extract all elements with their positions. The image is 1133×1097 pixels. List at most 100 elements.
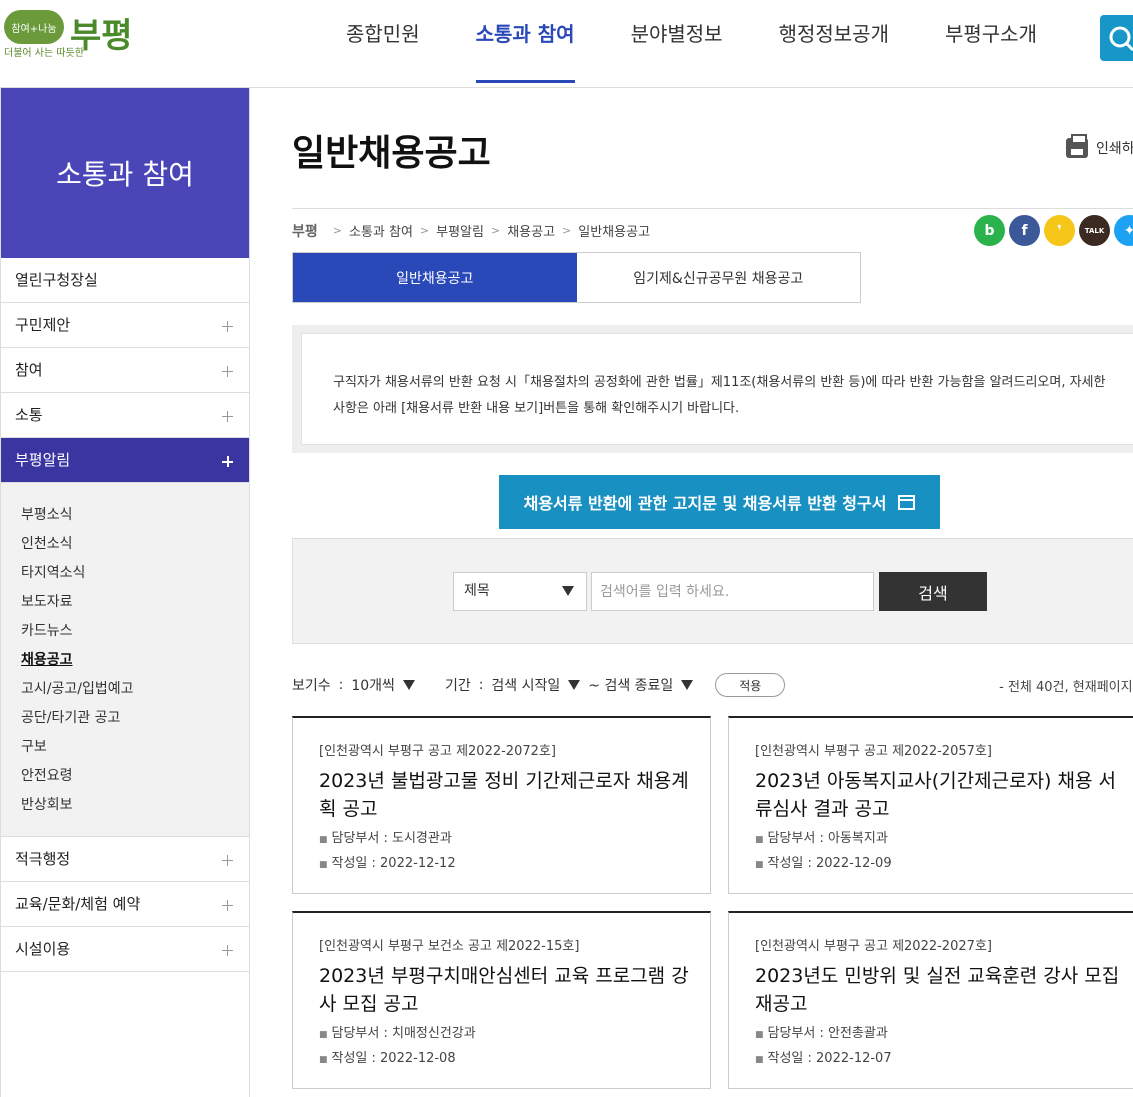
sidebar-submenu: 부평소식 인천소식 타지역소식 보도자료 카드뉴스 채용공고 고시/공고/입법예…	[1, 483, 249, 837]
site-logo[interactable]: 참여+나눔 더불어 사는 따듯한 부평	[4, 8, 144, 64]
sidebar-item-mayor-office[interactable]: 열린구청장실	[1, 258, 249, 303]
logo-badge: 참여+나눔	[4, 10, 64, 44]
total-count: - 전체 40건, 현재페이지 1	[999, 680, 1133, 695]
notice-box: 구직자가 채용서류의 반환 요청 시「채용절차의 공정화에 관한 법률」제11조…	[292, 325, 1133, 453]
nav-item-about[interactable]: 부평구소개	[917, 0, 1065, 88]
start-date-select[interactable]: 검색 시작일	[491, 675, 581, 695]
plus-icon	[222, 411, 233, 422]
twitter-icon[interactable]: ✦	[1114, 215, 1133, 246]
kakaotalk-icon[interactable]: TALK	[1079, 215, 1110, 246]
submenu-item[interactable]: 타지역소식	[21, 559, 249, 588]
plus-icon	[222, 321, 233, 332]
submenu-item[interactable]: 공단/타기관 공고	[21, 704, 249, 733]
chevron-down-icon	[568, 680, 581, 690]
sidebar-item-participation[interactable]: 참여	[1, 348, 249, 393]
main-nav: 종합민원 소통과 참여 분야별정보 행정정보공개 부평구소개	[318, 0, 1065, 88]
breadcrumb-item[interactable]: 부평알림	[436, 221, 484, 240]
sidebar-item-label: 열린구청장실	[15, 271, 98, 289]
chevron-down-icon	[562, 586, 574, 596]
search-type-value: 제목	[464, 583, 490, 599]
submenu-item[interactable]: 보도자료	[21, 588, 249, 617]
sidebar-item-bupyeong-news[interactable]: 부평알림	[1, 438, 249, 483]
tab-bar: 일반채용공고 임기제&신규공무원 채용공고	[292, 252, 861, 303]
post-card[interactable]: [인천광역시 부평구 공고 제2022-2057호] 2023년 아동복지교사(…	[728, 716, 1133, 894]
site-header: 참여+나눔 더불어 사는 따듯한 부평 종합민원 소통과 참여 분야별정보 행정…	[0, 0, 1133, 88]
sidebar-item-label: 부평알림	[15, 451, 71, 469]
sidebar-item-proposal[interactable]: 구민제안	[1, 303, 249, 348]
submenu-item[interactable]: 고시/공고/입법예고	[21, 675, 249, 704]
logo-wordmark: 부평	[70, 16, 133, 56]
view-count-select[interactable]: 10개씩	[351, 675, 415, 695]
post-date: ■ 작성일 : 2022-12-09	[755, 856, 892, 871]
period-label: 기간	[444, 678, 471, 694]
breadcrumb-item-current[interactable]: 일반채용공고	[578, 221, 650, 240]
sidebar-title: 소통과 참여	[1, 88, 249, 258]
search-type-select[interactable]: 제목	[453, 572, 587, 611]
plus-icon	[222, 900, 233, 911]
new-window-icon	[898, 494, 916, 510]
post-date: ■ 작성일 : 2022-12-12	[319, 856, 456, 871]
submenu-item[interactable]: 카드뉴스	[21, 617, 249, 646]
post-dept: ■ 담당부서 : 치매정신건강과	[319, 1026, 476, 1041]
post-card[interactable]: [인천광역시 부평구 공고 제2022-2072호] 2023년 불법광고물 정…	[292, 716, 711, 894]
printer-icon	[1066, 134, 1088, 158]
post-title[interactable]: 2023년 불법광고물 정비 기간제근로자 채용계획 공고	[319, 767, 690, 823]
plus-icon	[222, 945, 233, 956]
post-card[interactable]: [인천광역시 부평구 보건소 공고 제2022-15호] 2023년 부평구치매…	[292, 911, 711, 1089]
sidebar-item-communication[interactable]: 소통	[1, 393, 249, 438]
search-input[interactable]	[591, 572, 874, 611]
post-title[interactable]: 2023년 아동복지교사(기간제근로자) 채용 서류심사 결과 공고	[755, 767, 1126, 823]
facebook-icon[interactable]: f	[1009, 215, 1040, 246]
sidebar: 소통과 참여 열린구청장실 구민제안 참여 소통 부평알림 부평소식 인천소식 …	[0, 88, 250, 1097]
chevron-right-icon: >	[419, 224, 430, 237]
print-button[interactable]: 인쇄하	[1066, 134, 1133, 158]
sidebar-item-facilities[interactable]: 시설이용	[1, 927, 249, 972]
apply-button[interactable]: 적용	[715, 673, 786, 697]
breadcrumb-item[interactable]: 소통과 참여	[349, 221, 413, 240]
nav-item-communication[interactable]: 소통과 참여	[448, 0, 603, 88]
nav-item-civil-service[interactable]: 종합민원	[318, 0, 448, 88]
tab-general-recruitment[interactable]: 일반채용공고	[293, 253, 577, 302]
post-number: [인천광역시 부평구 공고 제2022-2072호]	[319, 744, 556, 759]
post-title[interactable]: 2023년도 민방위 및 실전 교육훈련 강사 모집 재공고	[755, 962, 1126, 1018]
header-search-button[interactable]	[1100, 15, 1133, 61]
chevron-right-icon: >	[332, 224, 342, 237]
post-card[interactable]: [인천광역시 부평구 공고 제2022-2027호] 2023년도 민방위 및 …	[728, 911, 1133, 1089]
plus-icon	[222, 456, 233, 467]
tab-contract-recruitment[interactable]: 임기제&신규공무원 채용공고	[577, 253, 861, 302]
nav-item-admin-info[interactable]: 행정정보공개	[751, 0, 917, 88]
post-title[interactable]: 2023년 부평구치매안심센터 교육 프로그램 강사 모집 공고	[319, 962, 690, 1018]
list-filter: 보기수 : 10개씩 기간 : 검색 시작일 ~ 검색 종료일 적용 - 전체 …	[292, 672, 1133, 698]
submenu-item[interactable]: 구보	[21, 733, 249, 762]
sidebar-menu-lower: 적극행정 교육/문화/체험 예약 시설이용	[1, 837, 249, 972]
post-number: [인천광역시 부평구 공고 제2022-2027호]	[755, 939, 992, 954]
kakaostory-icon[interactable]: ❜	[1044, 215, 1075, 246]
submenu-item[interactable]: 인천소식	[21, 530, 249, 559]
post-number: [인천광역시 부평구 보건소 공고 제2022-15호]	[319, 939, 580, 954]
submenu-item[interactable]: 안전요령	[21, 762, 249, 791]
post-dept: ■ 담당부서 : 아동복지과	[755, 831, 888, 846]
nav-item-field-info[interactable]: 분야별정보	[603, 0, 751, 88]
sidebar-item-label: 소통	[15, 406, 43, 424]
document-return-label: 채용서류 반환에 관한 고지문 및 채용서류 반환 청구서	[523, 494, 887, 513]
sidebar-item-label: 참여	[15, 361, 43, 379]
submenu-item-current[interactable]: 채용공고	[21, 646, 249, 675]
print-label: 인쇄하	[1096, 141, 1133, 157]
sidebar-item-reservation[interactable]: 교육/문화/체험 예약	[1, 882, 249, 927]
post-dept: ■ 담당부서 : 도시경관과	[319, 831, 452, 846]
sidebar-item-proactive-admin[interactable]: 적극행정	[1, 837, 249, 882]
submenu-item[interactable]: 부평소식	[21, 501, 249, 530]
submenu-item[interactable]: 반상회보	[21, 791, 249, 820]
plus-icon	[222, 855, 233, 866]
end-date-select[interactable]: ~ 검색 종료일	[588, 675, 694, 695]
home-logo-icon[interactable]: 부평	[292, 221, 318, 241]
chevron-right-icon: >	[490, 224, 501, 237]
document-return-button[interactable]: 채용서류 반환에 관한 고지문 및 채용서류 반환 청구서	[499, 475, 940, 529]
breadcrumb-item[interactable]: 채용공고	[507, 221, 555, 240]
notice-line: 구직자가 채용서류의 반환 요청 시「채용절차의 공정화에 관한 법률」제11조…	[333, 375, 1106, 390]
band-icon[interactable]: b	[974, 215, 1005, 246]
chevron-down-icon	[402, 680, 415, 690]
share-buttons: b f ❜ TALK ✦	[974, 215, 1133, 246]
search-button[interactable]: 검색	[879, 572, 987, 611]
search-icon	[1109, 26, 1133, 52]
